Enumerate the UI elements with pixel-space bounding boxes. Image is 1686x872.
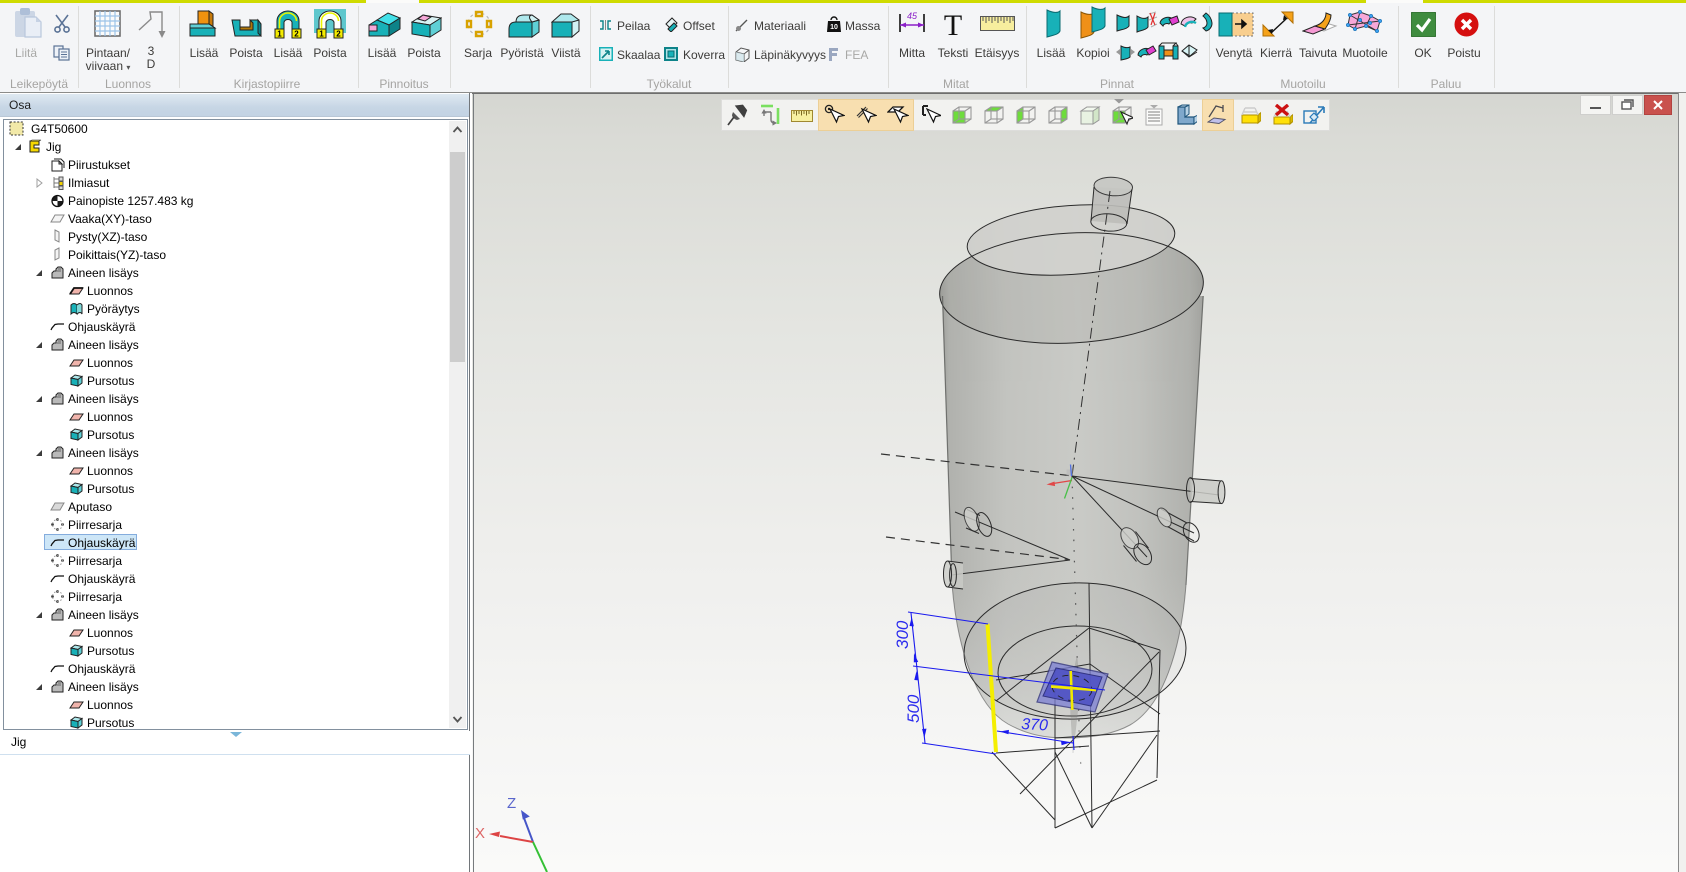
svg-text:500: 500 bbox=[904, 694, 923, 723]
svg-text:370: 370 bbox=[1021, 716, 1049, 734]
svg-text:T: T bbox=[944, 11, 962, 37]
svg-text:10: 10 bbox=[830, 24, 838, 31]
svg-text:Z: Z bbox=[507, 795, 516, 812]
svg-text:1: 1 bbox=[319, 30, 324, 39]
svg-text:300: 300 bbox=[893, 620, 912, 649]
svg-text:X: X bbox=[475, 825, 485, 842]
svg-text:1: 1 bbox=[277, 30, 282, 39]
svg-text:45: 45 bbox=[907, 11, 918, 21]
svg-text:2: 2 bbox=[294, 30, 299, 39]
svg-text:2: 2 bbox=[336, 30, 341, 39]
